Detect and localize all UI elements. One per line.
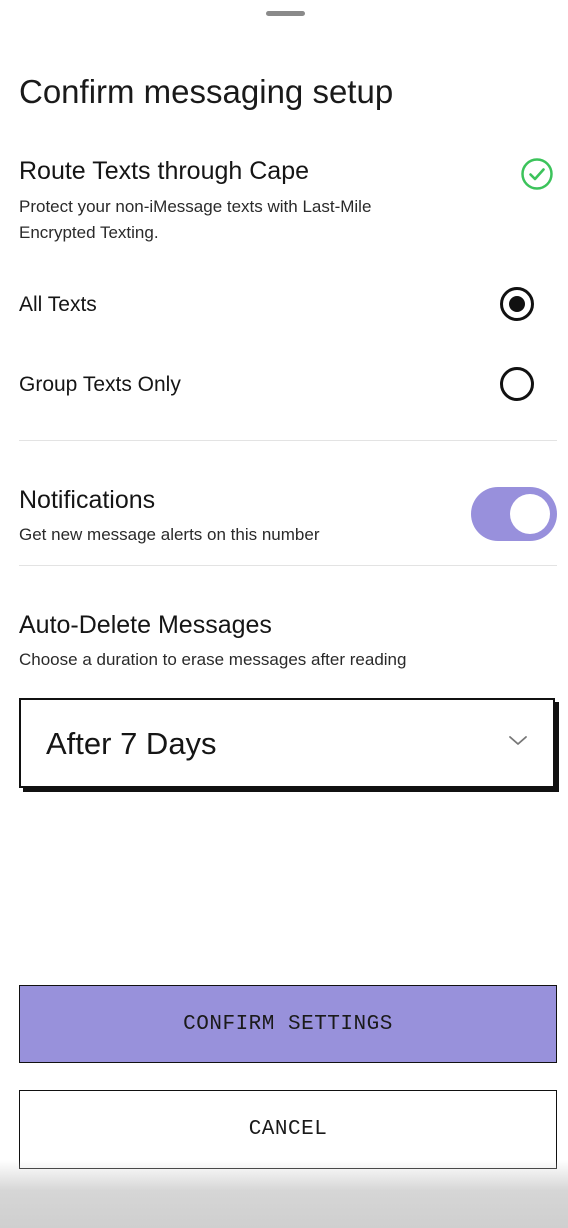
confirm-settings-button[interactable]: CONFIRM SETTINGS [19,985,557,1063]
section-divider [19,565,557,566]
radio-button-selected[interactable] [500,287,534,321]
auto-delete-description: Choose a duration to erase messages afte… [19,650,407,669]
select-value: After 7 Days [46,726,217,761]
radio-button-unselected[interactable] [500,367,534,401]
notifications-toggle[interactable] [471,487,557,541]
toggle-knob [510,494,550,534]
route-texts-description: Protect your non-iMessage texts with Las… [19,197,372,242]
sheet-grabber-handle[interactable] [266,11,305,16]
auto-delete-duration-select[interactable]: After 7 Days [19,698,555,788]
section-divider [19,440,557,441]
bottom-shadow [0,1160,568,1228]
radio-option-all-texts[interactable]: All Texts [0,280,568,330]
page-title: Confirm messaging setup [19,73,394,110]
cancel-button[interactable]: CANCEL [19,1090,557,1169]
messaging-setup-sheet: Confirm messaging setup Route Texts thro… [0,0,568,1228]
chevron-down-icon [509,736,527,745]
notifications-heading: Notifications [19,486,156,514]
auto-delete-heading: Auto-Delete Messages [19,611,272,639]
check-circle-icon [521,158,553,190]
notifications-description: Get new message alerts on this number [19,525,320,544]
radio-option-label: All Texts [19,293,97,316]
route-texts-heading: Route Texts through Cape [19,157,310,185]
radio-option-group-texts-only[interactable]: Group Texts Only [0,360,568,410]
radio-option-label: Group Texts Only [19,373,181,396]
